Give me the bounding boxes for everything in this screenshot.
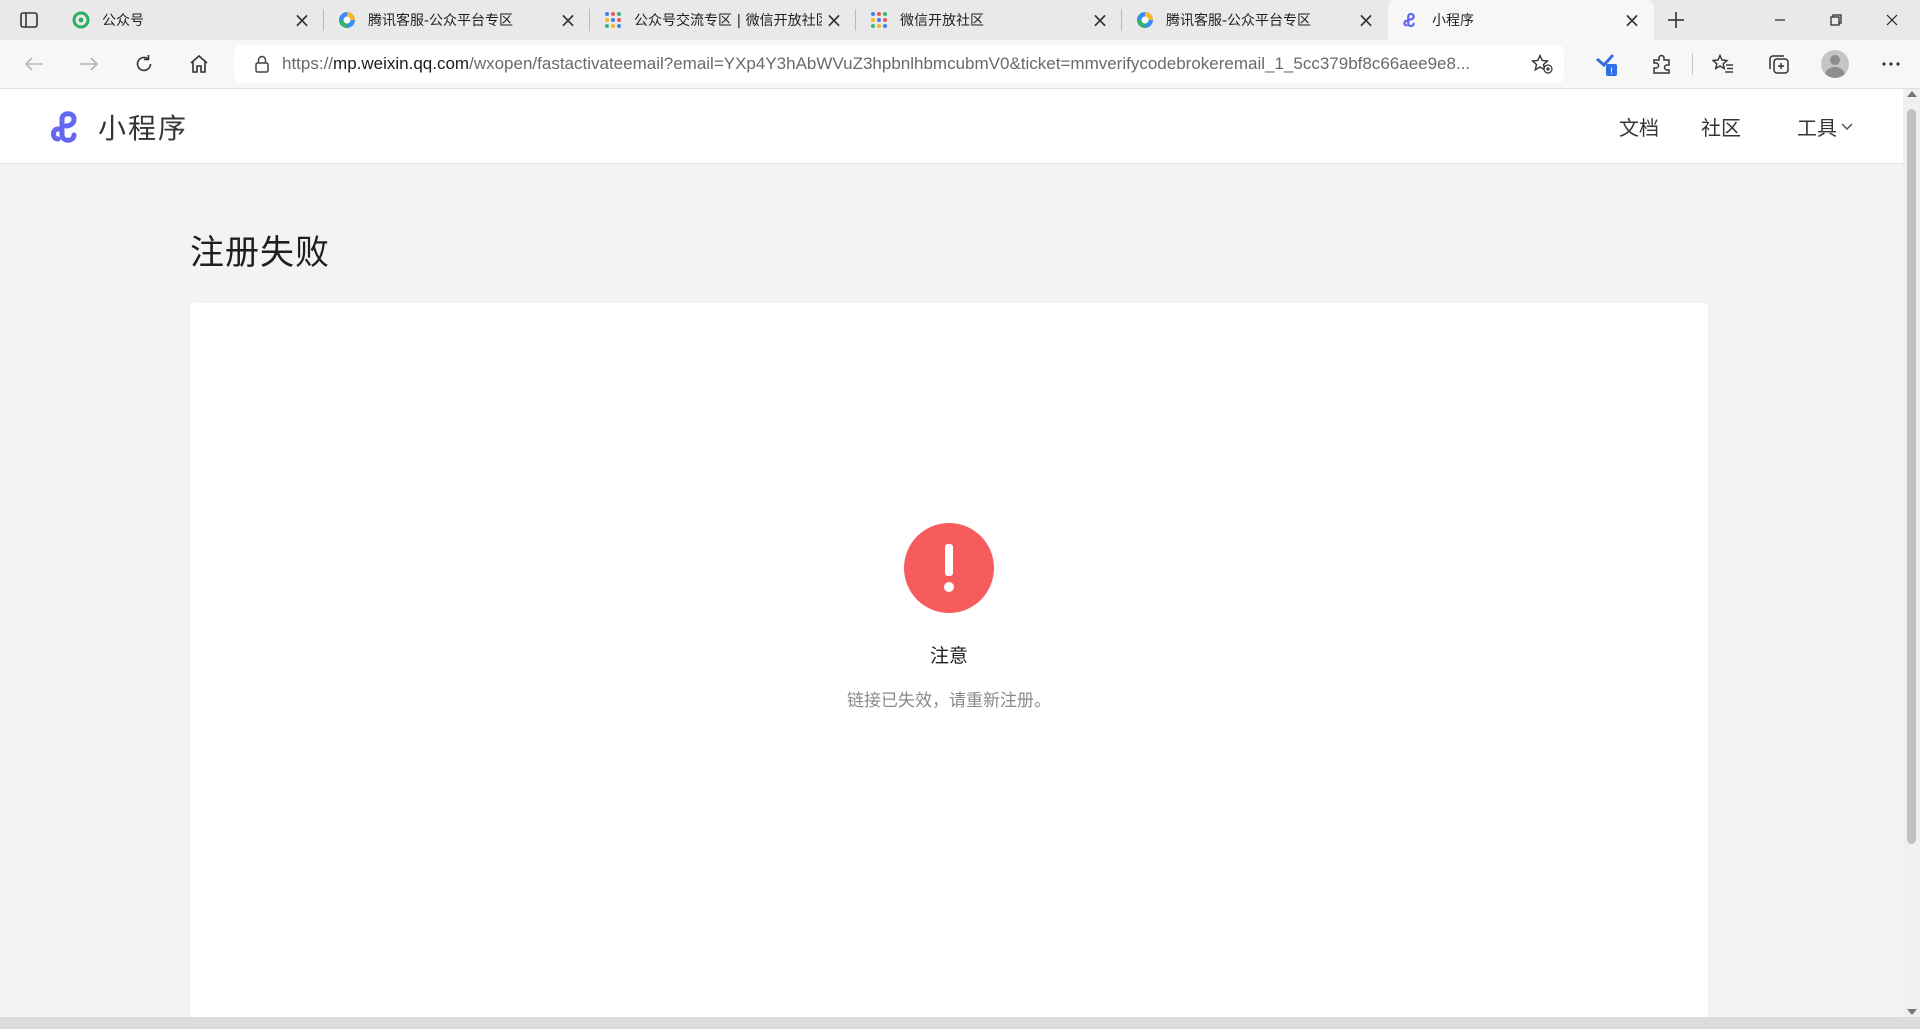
- tab-title: 微信开放社区: [900, 13, 984, 29]
- puzzle-icon: [1653, 54, 1670, 74]
- browser-tab-active[interactable]: 小程序 ×: [1388, 0, 1654, 40]
- site-nav: 文档 社区 工具: [1577, 89, 1853, 164]
- nav-tools-label: 工具: [1797, 116, 1837, 140]
- nav-tools-dropdown[interactable]: 工具: [1797, 112, 1853, 141]
- browser-toolbar: https://mp.weixin.qq.com/wxopen/fastacti…: [0, 40, 1920, 89]
- url-text[interactable]: https://mp.weixin.qq.com/wxopen/fastacti…: [282, 54, 1520, 74]
- tab-close-icon[interactable]: ×: [1088, 8, 1112, 32]
- collections-button[interactable]: [1751, 40, 1807, 88]
- wechat-dev-icon: [870, 11, 888, 29]
- add-favorite-button[interactable]: [1520, 54, 1564, 74]
- tencent-cs-icon: [338, 11, 356, 29]
- arrow-left-icon: [24, 57, 43, 71]
- avatar: [1821, 50, 1849, 78]
- error-message: 注意 链接已失效，请重新注册。: [190, 523, 1708, 711]
- wechat-mp-icon: [72, 11, 90, 29]
- scrollbar-thumb[interactable]: [1907, 109, 1916, 844]
- browser-tab[interactable]: 微信开放社区 ×: [856, 0, 1122, 40]
- tab-actions-button[interactable]: [0, 0, 58, 40]
- nav-docs-link[interactable]: 文档: [1619, 112, 1659, 141]
- toolbar-divider: [1692, 53, 1693, 75]
- lock-icon[interactable]: [242, 55, 282, 73]
- url-host: mp.weixin.qq.com: [333, 54, 470, 73]
- home-button[interactable]: [177, 46, 221, 82]
- tab-title: 公众号: [102, 13, 144, 29]
- extensions-button[interactable]: [1634, 40, 1690, 88]
- extension-badge-icon: !: [1596, 53, 1617, 77]
- site-logo[interactable]: 小程序: [48, 107, 188, 147]
- favorites-icon: [1712, 54, 1733, 73]
- miniprogram-logo-icon: [51, 111, 77, 143]
- arrow-right-icon: [80, 57, 99, 71]
- browser-tab[interactable]: 腾讯客服-公众平台专区 ×: [1122, 0, 1388, 40]
- tab-title: 小程序: [1432, 13, 1474, 29]
- wechat-dev-icon: [604, 11, 622, 29]
- reload-icon: [136, 55, 152, 72]
- status-bar: [0, 1017, 1920, 1029]
- extension-button[interactable]: !: [1578, 40, 1634, 88]
- tab-actions-icon: [20, 12, 38, 28]
- browser-tab[interactable]: 腾讯客服-公众平台专区 ×: [324, 0, 590, 40]
- tab-title: 腾讯客服-公众平台专区: [1166, 13, 1312, 29]
- tab-title: 腾讯客服-公众平台专区: [368, 13, 514, 29]
- tab-close-icon[interactable]: ×: [1354, 8, 1378, 32]
- restore-icon: [1830, 14, 1842, 26]
- page-viewport: 小程序 文档 社区 工具 注册失败 注意 链接已失效，请重新注册。: [0, 89, 1903, 1017]
- site-header: 小程序 文档 社区 工具: [0, 89, 1903, 164]
- svg-text:!: !: [1610, 67, 1614, 77]
- miniprogram-icon: [1402, 11, 1420, 29]
- minimize-icon: [1775, 19, 1785, 21]
- plus-icon: [1668, 12, 1684, 28]
- new-tab-button[interactable]: [1654, 0, 1698, 40]
- warning-icon: [904, 523, 994, 613]
- more-menu-button[interactable]: [1863, 40, 1919, 88]
- tab-title: 公众号交流专区 | 微信开放社区: [634, 13, 822, 29]
- url-path: /wxopen/fastactivateemail?email=YXp4Y3hA…: [469, 54, 1471, 73]
- browser-tab[interactable]: 公众号 ×: [58, 0, 324, 40]
- profile-button[interactable]: [1807, 40, 1863, 88]
- browser-tab[interactable]: 公众号交流专区 | 微信开放社区 ×: [590, 0, 856, 40]
- more-horizontal-icon: [1882, 62, 1900, 66]
- close-icon: [1886, 14, 1898, 26]
- chevron-down-icon: [1841, 122, 1853, 130]
- close-window-button[interactable]: [1864, 0, 1920, 40]
- back-button[interactable]: [12, 46, 56, 82]
- nav-community-link[interactable]: 社区: [1701, 112, 1741, 141]
- collections-icon: [1769, 55, 1789, 74]
- page-title: 注册失败: [190, 233, 330, 273]
- tab-close-icon[interactable]: ×: [1620, 8, 1644, 32]
- browser-tab-strip: 公众号 × 腾讯客服-公众平台专区 × 公众号交流专区 | 微信开放社区 × 微…: [0, 0, 1920, 40]
- star-add-icon: [1531, 54, 1553, 74]
- tab-close-icon[interactable]: ×: [556, 8, 580, 32]
- logo-text: 小程序: [98, 112, 189, 145]
- favorites-button[interactable]: [1695, 40, 1751, 88]
- forward-button[interactable]: [67, 46, 111, 82]
- toolbar-right: !: [1578, 40, 1919, 88]
- restore-button[interactable]: [1808, 0, 1864, 40]
- alert-description: 链接已失效，请重新注册。: [847, 691, 1051, 711]
- scroll-down-icon[interactable]: [1907, 1009, 1917, 1015]
- tab-close-icon[interactable]: ×: [822, 8, 846, 32]
- url-scheme: https://: [282, 54, 334, 73]
- alert-title: 注意: [929, 645, 968, 667]
- minimize-button[interactable]: [1752, 0, 1808, 40]
- vertical-scrollbar[interactable]: [1903, 89, 1920, 1017]
- window-controls: [1752, 0, 1920, 40]
- home-icon: [190, 54, 208, 73]
- reload-button[interactable]: [122, 46, 166, 82]
- address-bar[interactable]: https://mp.weixin.qq.com/wxopen/fastacti…: [234, 45, 1564, 83]
- scroll-up-icon[interactable]: [1907, 91, 1917, 97]
- result-card: 注意 链接已失效，请重新注册。: [190, 303, 1708, 1017]
- tab-close-icon[interactable]: ×: [290, 8, 314, 32]
- tencent-cs-icon: [1136, 11, 1154, 29]
